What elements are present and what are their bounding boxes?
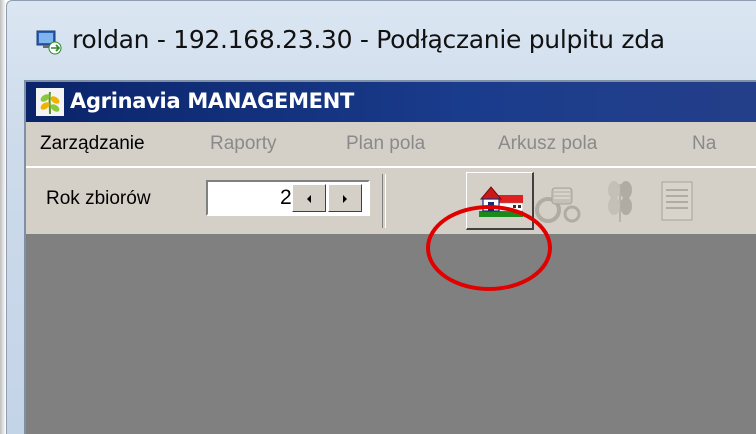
rdp-titlebar[interactable]: roldan - 192.168.23.30 - Podłączanie pul… [6, 1, 756, 79]
year-next-button[interactable] [328, 184, 362, 212]
menu-item-raporty[interactable]: Raporty [210, 133, 277, 155]
triangle-right-icon [341, 189, 349, 208]
year-prev-button[interactable] [292, 184, 326, 212]
farm-house-icon [479, 183, 524, 223]
grain-icon[interactable] [600, 178, 640, 228]
remote-desktop-icon [36, 29, 62, 55]
menu-item-arkusz-pola[interactable]: Arkusz pola [498, 133, 597, 155]
agrinavia-leaf-icon [36, 88, 64, 116]
menu-item-zarzadzanie[interactable]: Zarządzanie [40, 133, 145, 155]
menu-bar: Zarządzanie Raporty Plan pola Arkusz pol… [26, 122, 756, 167]
triangle-left-icon [305, 189, 313, 208]
app-title: Agrinavia MANAGEMENT [70, 89, 355, 113]
workspace-area [26, 234, 756, 434]
menu-item-plan-pola[interactable]: Plan pola [346, 133, 425, 155]
agrinavia-app-window: Agrinavia MANAGEMENT Zarządzanie Raporty… [24, 80, 756, 434]
tractor-icon[interactable] [534, 180, 582, 228]
toolbar-separator [382, 174, 386, 228]
app-titlebar[interactable]: Agrinavia MANAGEMENT [26, 82, 756, 122]
year-label: Rok zbiorów [46, 188, 151, 209]
remote-desktop-window: roldan - 192.168.23.30 - Podłączanie pul… [0, 0, 756, 434]
toolbar: Rok zbiorów 2015 [26, 167, 756, 235]
rdp-window-title: roldan - 192.168.23.30 - Podłączanie pul… [72, 25, 665, 54]
document-icon[interactable] [658, 178, 698, 228]
farm-button[interactable] [466, 172, 534, 230]
menu-item-truncated[interactable]: Na [692, 133, 716, 155]
